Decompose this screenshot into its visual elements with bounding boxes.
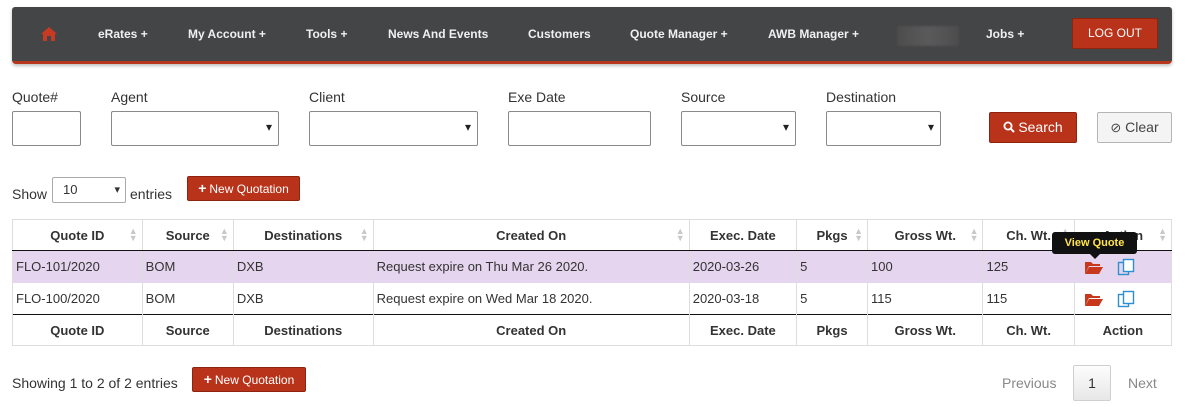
foot-created-on: Created On bbox=[372, 314, 690, 346]
copy-icon[interactable] bbox=[1117, 290, 1135, 308]
folder-open-icon[interactable] bbox=[1084, 260, 1104, 275]
col-pkgs[interactable]: Pkgs ▲ ▼ bbox=[796, 219, 868, 251]
col-created-on[interactable]: Created On ▲ ▼ bbox=[372, 219, 690, 251]
nav-customers[interactable]: Customers bbox=[528, 7, 591, 61]
foot-pkgs: Pkgs bbox=[796, 314, 868, 346]
view-quote-tooltip: View Quote bbox=[1052, 232, 1137, 259]
sort-icon: ▲▼ bbox=[1158, 226, 1167, 243]
nav-quote-manager[interactable]: Quote Manager + bbox=[630, 7, 728, 61]
entries-select[interactable]: 10 bbox=[52, 177, 126, 203]
agent-label: Agent bbox=[111, 89, 148, 105]
sort-icon: ▲▼ bbox=[219, 226, 229, 243]
sort-icon: ▲▼ bbox=[675, 226, 685, 243]
clear-button-label: Clear bbox=[1125, 119, 1159, 135]
cell-source: BOM bbox=[141, 250, 234, 283]
col-exec-date[interactable]: Exec. Date bbox=[688, 219, 798, 251]
destination-select[interactable] bbox=[826, 111, 941, 146]
exe-date-label: Exe Date bbox=[508, 89, 566, 105]
client-label: Client bbox=[309, 89, 345, 105]
clear-button[interactable]: ⊘ Clear bbox=[1097, 112, 1172, 143]
foot-ch-wt: Ch. Wt. bbox=[982, 314, 1075, 346]
cell-ch-wt: 115 bbox=[982, 282, 1075, 315]
sort-icon: ▲▼ bbox=[854, 226, 863, 243]
col-destinations[interactable]: Destinations ▲ ▼ bbox=[232, 219, 374, 251]
cell-destinations: DXB bbox=[232, 250, 374, 283]
cell-pkgs: 5 bbox=[796, 250, 868, 283]
cell-quote-id: FLO-100/2020 bbox=[12, 282, 143, 315]
search-button-label: Search bbox=[1018, 119, 1063, 135]
cell-created-on: Request expire on Wed Mar 18 2020. bbox=[372, 282, 690, 315]
search-button[interactable]: Search bbox=[989, 112, 1077, 143]
pagination-next[interactable]: Next bbox=[1128, 375, 1157, 391]
folder-open-icon[interactable] bbox=[1084, 292, 1104, 307]
col-quote-id[interactable]: Quote ID ▲ ▼ bbox=[12, 219, 143, 251]
foot-action: Action bbox=[1073, 314, 1173, 346]
foot-gross-wt: Gross Wt. bbox=[866, 314, 984, 346]
nav-my-account[interactable]: My Account + bbox=[188, 7, 266, 61]
copy-icon[interactable] bbox=[1117, 258, 1135, 276]
entries-value: 10 bbox=[63, 182, 78, 197]
source-label: Source bbox=[681, 89, 726, 105]
pagination-previous[interactable]: Previous bbox=[1002, 375, 1056, 391]
ban-icon: ⊘ bbox=[1110, 120, 1122, 135]
plus-icon: + bbox=[198, 180, 207, 196]
cell-action bbox=[1073, 250, 1173, 283]
cell-exec-date: 2020-03-26 bbox=[688, 250, 798, 283]
quotes-table: Quote ID ▲ ▼ Source ▲ ▼ Destinations ▲ ▼ Creat… bbox=[12, 219, 1173, 346]
showing-info: Showing 1 to 2 of 2 entries bbox=[12, 375, 178, 391]
exe-date-input[interactable] bbox=[508, 111, 651, 146]
sort-icon: ▲▼ bbox=[128, 226, 138, 243]
new-quotation-button[interactable]: + New Quotation bbox=[187, 176, 300, 201]
show-label: Show bbox=[12, 186, 48, 202]
cell-ch-wt: 125 bbox=[982, 250, 1075, 283]
pagination-page-1[interactable]: 1 bbox=[1073, 365, 1111, 401]
col-source[interactable]: Source ▲ ▼ bbox=[141, 219, 234, 251]
nav-news-and-events[interactable]: News And Events bbox=[388, 7, 488, 61]
logout-button[interactable]: LOG OUT bbox=[1072, 18, 1158, 49]
client-select[interactable] bbox=[309, 111, 478, 146]
cell-gross-wt: 115 bbox=[866, 282, 984, 315]
nav-tools[interactable]: Tools + bbox=[306, 7, 347, 61]
plus-icon: + bbox=[203, 371, 212, 387]
table-row[interactable]: FLO-101/2020 BOM DXB Request expire on T… bbox=[12, 250, 1173, 283]
top-navbar: eRates + My Account + Tools + News And E… bbox=[12, 7, 1172, 64]
table-footer-row: Quote ID Source Destinations Created On … bbox=[12, 314, 1173, 346]
foot-exec-date: Exec. Date bbox=[688, 314, 798, 346]
quote-input[interactable] bbox=[12, 111, 81, 146]
cell-action bbox=[1073, 282, 1173, 315]
foot-source: Source bbox=[141, 314, 234, 346]
home-icon[interactable] bbox=[40, 26, 58, 42]
nav-awb-manager[interactable]: AWB Manager + bbox=[768, 7, 859, 61]
redacted-nav-item bbox=[897, 26, 959, 46]
new-quotation-label: New Quotation bbox=[209, 182, 289, 196]
cell-quote-id: FLO-101/2020 bbox=[12, 250, 143, 283]
new-quotation-button-bottom[interactable]: + New Quotation bbox=[192, 367, 306, 392]
table-row[interactable]: FLO-100/2020 BOM DXB Request expire on W… bbox=[12, 282, 1173, 315]
nav-jobs[interactable]: Jobs + bbox=[986, 7, 1024, 61]
foot-destinations: Destinations bbox=[232, 314, 374, 346]
cell-gross-wt: 100 bbox=[866, 250, 984, 283]
quote-label: Quote# bbox=[12, 89, 58, 105]
source-select[interactable] bbox=[681, 111, 796, 146]
nav-erates[interactable]: eRates + bbox=[98, 7, 148, 61]
new-quotation-label: New Quotation bbox=[214, 373, 295, 387]
cell-pkgs: 5 bbox=[796, 282, 868, 315]
agent-select[interactable] bbox=[111, 111, 279, 146]
sort-icon: ▲▼ bbox=[969, 226, 979, 243]
destination-label: Destination bbox=[826, 89, 897, 105]
cell-exec-date: 2020-03-18 bbox=[688, 282, 798, 315]
table-header-row: Quote ID ▲ ▼ Source ▲ ▼ Destinations ▲ ▼ Creat… bbox=[12, 219, 1173, 251]
sort-icon: ▲▼ bbox=[359, 226, 369, 243]
cell-source: BOM bbox=[141, 282, 234, 315]
foot-quote-id: Quote ID bbox=[12, 314, 143, 346]
cell-created-on: Request expire on Thu Mar 26 2020. bbox=[372, 250, 690, 283]
col-gross-wt[interactable]: Gross Wt. ▲ ▼ bbox=[866, 219, 984, 251]
search-icon bbox=[1003, 121, 1016, 133]
cell-destinations: DXB bbox=[232, 282, 374, 315]
entries-label: entries bbox=[130, 186, 173, 202]
